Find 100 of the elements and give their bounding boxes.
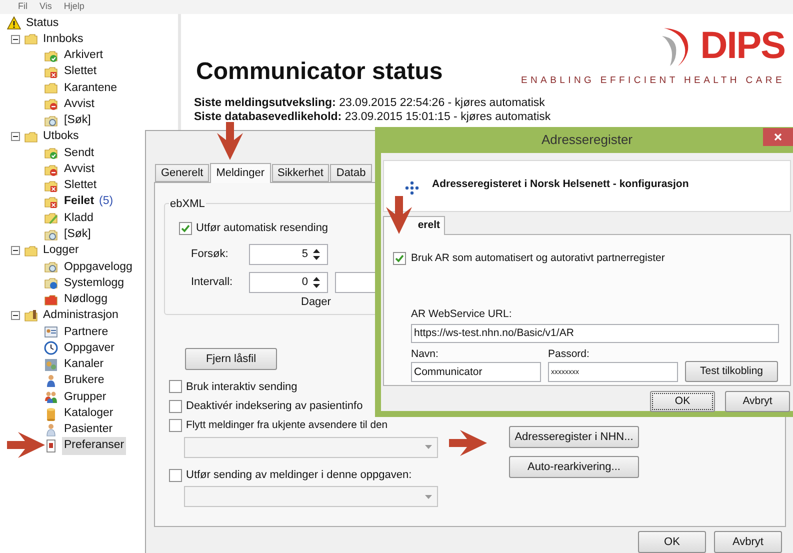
checkbox-label: Bruk interaktiv sending [186, 380, 298, 394]
checkbox[interactable] [169, 419, 182, 432]
brand-logo: DIPS [700, 27, 785, 65]
dialog-button[interactable]: OK [650, 391, 715, 412]
tree-item[interactable]: Oppgaver [62, 340, 117, 358]
tree-item[interactable]: Administrasjon [41, 307, 120, 325]
caret-icon [425, 445, 432, 449]
dialog-button[interactable]: Avbryt [725, 391, 790, 412]
spin-arrows-icon [312, 248, 321, 260]
caret-icon [425, 494, 432, 498]
tree-item[interactable]: Brukere [62, 372, 106, 390]
tree-item[interactable]: Pasienter [62, 421, 115, 438]
url-field[interactable]: https://ws-test.nhn.no/Basic/v1/AR [411, 324, 779, 342]
folder-check-icon [44, 146, 58, 160]
checkbox[interactable] [179, 222, 192, 235]
dialog-button[interactable]: OK [638, 531, 706, 553]
warning-icon [7, 16, 21, 30]
folder-icon [24, 32, 38, 46]
folder-icon [44, 81, 58, 96]
tree-item[interactable]: Preferanser [62, 437, 126, 455]
tab[interactable]: Datab [330, 164, 372, 182]
checkbox-label: Flytt meldinger fra ukjente avsendere til den [186, 418, 388, 433]
collapse-icon[interactable] [11, 246, 20, 256]
folder-cross-icon [44, 64, 58, 79]
tree-item[interactable]: [Søk] [62, 226, 93, 244]
menu-item[interactable]: Fil [18, 0, 28, 14]
tree-item[interactable]: Kanaler [62, 356, 106, 374]
tab[interactable]: Meldinger [210, 163, 271, 183]
tree-item[interactable]: Oppgavelogg [62, 258, 134, 276]
annotation-arrow [449, 430, 487, 456]
item-count: (5) [99, 194, 114, 210]
contact-card-icon [44, 325, 58, 340]
tree-item[interactable]: Avvist [62, 160, 96, 178]
tree-item[interactable]: Slettet [62, 63, 99, 81]
test-connection-button[interactable]: Test tilkobling [685, 361, 778, 382]
collapse-icon[interactable] [11, 311, 20, 320]
collapse-icon[interactable] [11, 132, 20, 142]
field-label: AR WebService URL: [411, 306, 513, 322]
number-spinner[interactable]: 0 [249, 272, 328, 292]
tree-item[interactable]: Utboks [41, 128, 81, 146]
folder-minus-icon [44, 162, 58, 177]
folder-info-icon [44, 276, 58, 290]
folder-minus-icon [44, 97, 58, 112]
checkbox-label: Bruk AR som automatisert og autorativt partnerregister [411, 251, 665, 266]
users-icon [44, 390, 58, 404]
database-icon [44, 406, 58, 420]
checkbox[interactable] [169, 400, 182, 413]
person-icon [44, 422, 58, 437]
folder-pencil-icon [44, 211, 58, 226]
tab[interactable]: Generelt [155, 164, 210, 182]
tree-item[interactable]: Slettet [62, 177, 99, 194]
tree-item[interactable]: Feilet [62, 193, 96, 211]
field-label: Intervall: [191, 274, 234, 290]
network-icon [44, 358, 58, 372]
status-line: Siste meldingsutveksling: 23.09.2015 22:54:26 - kjøres automatisk [194, 96, 546, 110]
tree-item[interactable]: Grupper [62, 388, 108, 406]
page-title: Communicator status [196, 57, 443, 87]
status-line: Siste databasevedlikehold: 23.09.2015 15:01:15 - kjøres automatisk [194, 110, 552, 124]
tree-item[interactable]: Status [24, 14, 61, 32]
tree-item[interactable]: Arkivert [62, 47, 105, 64]
checkbox-label: Deaktivér indeksering av pasientinfo [186, 399, 363, 414]
field-label: Navn: [411, 346, 440, 362]
menu-item[interactable]: Hjelp [64, 0, 84, 14]
tree-item[interactable]: Partnere [62, 324, 110, 341]
tree-item[interactable]: Systemlogg [62, 274, 126, 292]
folder-magnifier-icon [44, 228, 58, 242]
tree-item[interactable]: Kladd [62, 210, 96, 227]
tree-item[interactable]: Avvist [62, 96, 96, 114]
dialog-button[interactable]: Auto-rearkivering... [509, 456, 639, 478]
folder-icon [44, 292, 58, 307]
checkbox[interactable] [169, 468, 182, 482]
name-field[interactable]: Communicator [411, 362, 541, 382]
field-label: Passord: [548, 346, 590, 362]
close-button[interactable] [763, 128, 793, 146]
annotation-arrow [217, 122, 243, 160]
tree-item[interactable]: Sendt [62, 144, 96, 162]
clock-icon [44, 341, 58, 356]
tree-item[interactable]: [Søk] [62, 112, 93, 130]
user-icon [44, 374, 58, 388]
spin-arrows-icon [312, 276, 321, 288]
checkbox[interactable] [169, 380, 182, 394]
dialog-heading: Adresseregisteret i Norsk Helsenett - konfigurasjon [432, 177, 689, 192]
remove-lock-button[interactable]: Fjern låsfil [185, 348, 277, 370]
checkbox-label: Utfør sending av meldinger i denne oppgaven: [186, 468, 412, 483]
tree-item[interactable]: Logger [41, 242, 81, 260]
checkbox[interactable] [393, 252, 406, 266]
tree-item[interactable]: Kataloger [62, 404, 116, 422]
menu-item[interactable]: Vis [40, 0, 52, 14]
dialog-button[interactable]: Adresseregister i NHN... [509, 426, 639, 448]
dialog-button[interactable]: Avbryt [714, 531, 782, 553]
tree-item[interactable]: Nødlogg [62, 291, 110, 308]
folder-icon [24, 130, 38, 144]
folder-cross-icon [44, 195, 58, 210]
tree-item[interactable]: Karantene [62, 80, 120, 97]
field-label: Forsøk: [191, 246, 230, 262]
tab[interactable]: Sikkerhet [272, 164, 330, 182]
collapse-icon[interactable] [11, 34, 20, 44]
tree-item[interactable]: Innboks [41, 30, 86, 48]
number-spinner[interactable]: 5 [249, 244, 328, 264]
unit-label: Dager [301, 294, 332, 310]
